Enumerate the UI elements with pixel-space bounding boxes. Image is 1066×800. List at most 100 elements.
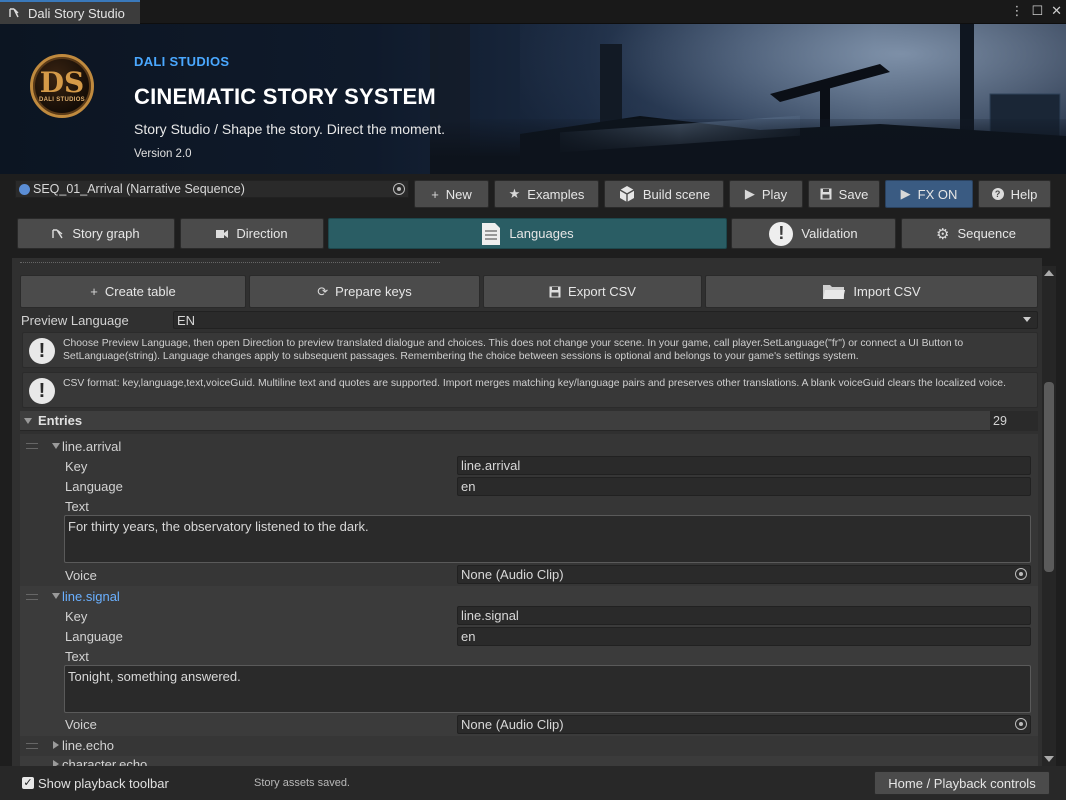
fx-toggle-button[interactable]: ▶ FX ON — [885, 180, 973, 208]
examples-button[interactable]: ★ Examples — [494, 180, 599, 208]
list-item: line.arrival Key line.arrival Language e… — [20, 434, 1038, 586]
story-graph-icon — [52, 228, 63, 238]
folder-icon — [823, 284, 846, 299]
play-icon: ▶ — [744, 186, 755, 201]
text-area[interactable]: For thirty years, the observatory listen… — [64, 515, 1031, 563]
home-playback-button[interactable]: Home / Playback controls — [874, 771, 1050, 795]
voice-label: Voice — [65, 717, 97, 732]
entry-name[interactable]: line.signal — [62, 589, 120, 604]
tab-direction-label: Direction — [236, 226, 288, 241]
object-picker-icon[interactable] — [393, 183, 405, 195]
help-icon: ? — [991, 188, 1004, 200]
status-text: Story assets saved. — [254, 777, 350, 789]
tab-languages-label: Languages — [509, 226, 574, 241]
title-bar: Dali Story Studio ⋮ ☐ ✕ — [0, 0, 1066, 24]
camera-icon — [216, 229, 229, 238]
drag-handle-icon[interactable] — [26, 743, 38, 749]
maximize-icon[interactable]: ☐ — [1031, 3, 1043, 19]
plus-icon: + — [431, 186, 439, 202]
key-label: Key — [65, 609, 88, 624]
play-button[interactable]: ▶ Play — [729, 180, 803, 208]
studio-logo: DS DALI STUDIOS — [30, 54, 94, 118]
create-table-button[interactable]: + Create table — [20, 275, 246, 308]
chevron-down-icon[interactable] — [52, 593, 60, 599]
language-field[interactable]: en — [457, 477, 1031, 496]
warning-icon: ! — [769, 221, 794, 246]
help-csv-text: CSV format: key,language,text,voiceGuid.… — [63, 378, 1006, 389]
window-tab[interactable]: Dali Story Studio — [0, 0, 140, 24]
logo-text: DALI STUDIOS — [39, 97, 85, 103]
show-playback-checkbox[interactable]: ✓ — [22, 777, 34, 789]
tab-story-graph-label: Story graph — [72, 226, 140, 241]
document-icon — [482, 222, 501, 245]
home-playback-label: Home / Playback controls — [888, 775, 1036, 791]
drag-handle-icon[interactable] — [26, 594, 38, 600]
help-button[interactable]: ? Help — [978, 180, 1051, 208]
entries-label: Entries — [38, 413, 83, 428]
key-label: Key — [65, 459, 88, 474]
plus-icon: + — [90, 284, 98, 299]
header-banner: DS DALI STUDIOS DALI STUDIOS CINEMATIC S… — [0, 24, 1066, 174]
text-area[interactable]: Tonight, something answered. — [64, 665, 1031, 713]
tab-sequence-label: Sequence — [957, 226, 1016, 241]
sequence-asset-icon — [19, 183, 30, 195]
help-box-preview: ! Choose Preview Language, then open Dir… — [22, 332, 1038, 368]
entry-name[interactable]: line.arrival — [62, 439, 121, 454]
tab-languages[interactable]: Languages — [328, 218, 727, 249]
import-csv-label: Import CSV — [853, 284, 921, 299]
version-label: Version 2.0 — [134, 148, 192, 160]
help-box-csv: ! CSV format: key,language,text,voiceGui… — [22, 372, 1038, 408]
build-scene-button[interactable]: Build scene — [604, 180, 724, 208]
prepare-keys-button[interactable]: ⟳ Prepare keys — [249, 275, 480, 308]
language-label: Language — [65, 629, 123, 644]
import-csv-button[interactable]: Import CSV — [705, 275, 1038, 308]
brand-name: DALI STUDIOS — [134, 54, 230, 69]
tab-story-graph[interactable]: Story graph — [17, 218, 175, 249]
entries-foldout[interactable]: Entries 29 — [20, 411, 1038, 431]
cube-icon — [619, 186, 635, 202]
voice-label: Voice — [65, 568, 97, 583]
gear-icon: ⚙ — [935, 225, 950, 243]
window-controls: ⋮ ☐ ✕ — [1010, 3, 1062, 19]
key-field[interactable]: line.arrival — [457, 456, 1031, 475]
voice-object-field[interactable]: None (Audio Clip) — [457, 565, 1031, 584]
chevron-down-icon[interactable] — [52, 443, 60, 449]
object-picker-icon[interactable] — [1015, 568, 1027, 580]
scrollbar-thumb[interactable] — [1044, 382, 1054, 572]
sequence-field-value: SEQ_01_Arrival (Narrative Sequence) — [33, 182, 245, 196]
export-csv-label: Export CSV — [568, 284, 636, 299]
object-picker-icon[interactable] — [1015, 718, 1027, 730]
chevron-down-icon — [24, 417, 32, 424]
language-field[interactable]: en — [457, 627, 1031, 646]
entry-name[interactable]: line.echo — [62, 738, 114, 753]
save-button[interactable]: Save — [808, 180, 880, 208]
close-icon[interactable]: ✕ — [1051, 3, 1062, 19]
scroll-up-icon[interactable] — [1044, 270, 1054, 276]
tab-sequence[interactable]: ⚙ Sequence — [901, 218, 1051, 249]
logo-monogram: DS — [39, 66, 85, 99]
key-field[interactable]: line.signal — [457, 606, 1031, 625]
vertical-scrollbar[interactable] — [1042, 266, 1056, 766]
drag-handle-icon[interactable] — [26, 443, 38, 449]
refresh-icon: ⟳ — [317, 283, 329, 299]
new-button[interactable]: + New — [414, 180, 489, 208]
text-label: Text — [65, 499, 89, 514]
menu-icon[interactable]: ⋮ — [1010, 3, 1023, 19]
chevron-right-icon[interactable] — [53, 741, 59, 749]
list-item: character.echo — [20, 756, 1038, 766]
preview-language-label: Preview Language — [21, 313, 129, 328]
page-title: CINEMATIC STORY SYSTEM — [134, 84, 436, 109]
voice-object-field[interactable]: None (Audio Clip) — [457, 715, 1031, 734]
tab-direction[interactable]: Direction — [180, 218, 324, 249]
tab-validation[interactable]: ! Validation — [731, 218, 896, 249]
entries-count-field[interactable]: 29 — [990, 411, 1038, 431]
export-csv-button[interactable]: Export CSV — [483, 275, 702, 308]
play-button-label: Play — [761, 186, 788, 202]
sequence-object-field[interactable]: SEQ_01_Arrival (Narrative Sequence) — [15, 180, 409, 198]
help-preview-text: Choose Preview Language, then open Direc… — [63, 338, 964, 362]
scroll-down-icon[interactable] — [1044, 756, 1054, 762]
language-label: Language — [65, 479, 123, 494]
chevron-down-icon — [1023, 317, 1031, 322]
preview-language-dropdown[interactable]: EN — [173, 311, 1038, 329]
entry-name[interactable]: character.echo — [62, 757, 147, 766]
